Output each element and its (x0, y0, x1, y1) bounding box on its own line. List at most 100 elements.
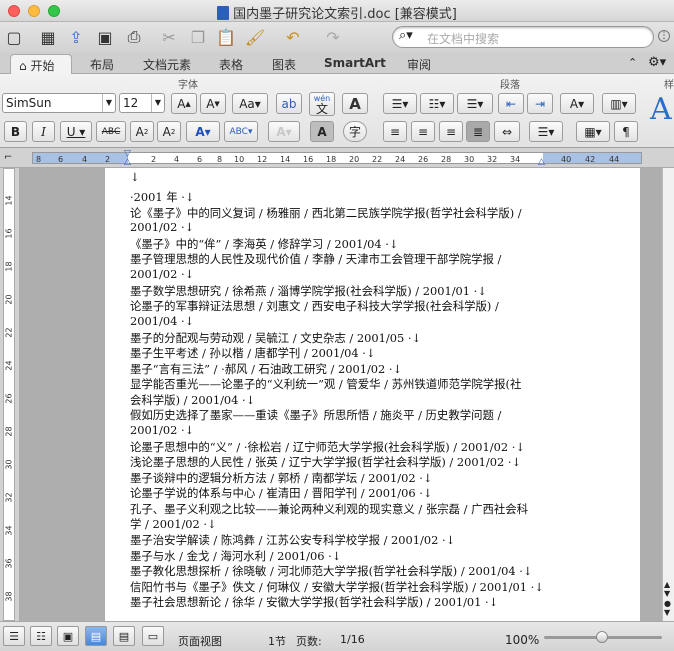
text-line[interactable]: ·2001 年 ·↓ (130, 189, 194, 205)
borders-button[interactable]: ▦▾ (576, 121, 610, 142)
bullets-button[interactable]: ☰▾ (383, 93, 417, 114)
undo-icon[interactable]: ↶ (281, 25, 305, 49)
text-effects-button[interactable]: A▾ (268, 121, 300, 142)
bold-button[interactable]: B (4, 121, 27, 142)
paste-icon[interactable]: 📋 (214, 25, 238, 49)
text-line[interactable]: ↓ (130, 170, 140, 184)
copy-icon[interactable]: ❐ (186, 25, 210, 49)
text-line[interactable]: 墨子治安学解读 / 陈鸿彝 / 江苏公安专科学校学报 / 2001/02 ·↓ (130, 532, 455, 548)
text-line[interactable]: 显学能否重光——论墨子的“义利统一”观 / 管爱华 / 苏州铁道师范学院学报(社 (130, 376, 521, 392)
tab-stop-icon[interactable]: ⌐ (4, 152, 12, 163)
underline-button[interactable]: U ▾ (60, 121, 92, 142)
redo-icon[interactable]: ↷ (321, 25, 345, 49)
tab-tables[interactable]: 表格 (219, 54, 243, 74)
templates-icon[interactable]: ▦ (36, 25, 60, 49)
text-line[interactable]: 假如历史选择了墨家——重读《墨子》所思所悟 / 施炎平 / 历史教学问题 / (130, 407, 501, 423)
print-layout-view-button[interactable]: ▤ (85, 626, 107, 646)
tab-charts[interactable]: 图表 (272, 54, 296, 74)
font-name-select[interactable]: SimSun ▼ (2, 93, 116, 113)
text-line[interactable]: 墨子与水 / 金戈 / 海河水利 / 2001/06 ·↓ (130, 548, 341, 564)
show-formatting-button[interactable]: ¶ (614, 121, 638, 142)
strikethrough-button[interactable]: ABC (96, 121, 126, 142)
text-line[interactable]: 《墨子》中的“侔” / 李海英 / 修辞学习 / 2001/04 ·↓ (130, 236, 398, 252)
text-line[interactable]: 论墨子思想中的“义” / ·徐松岩 / 辽宁师范大学学报(社会科学版) / 20… (130, 439, 525, 455)
align-right-button[interactable]: ≡ (439, 121, 463, 142)
outline-view-button[interactable]: ☷ (30, 626, 52, 646)
text-line[interactable]: 学 / 2001/02 ·↓ (130, 516, 217, 532)
new-document-icon[interactable]: ▢ (2, 25, 26, 49)
align-center-button[interactable]: ≡ (411, 121, 435, 142)
browse-object-icon[interactable]: ● ▼ (664, 599, 671, 617)
right-indent-marker[interactable]: △ (538, 157, 545, 167)
vertical-scrollbar[interactable]: ▲ ▼ ● ▼ (662, 168, 674, 621)
search-field[interactable]: ⌕▾ 在文档中搜索 (392, 26, 654, 48)
publishing-view-button[interactable]: ▣ (57, 626, 79, 646)
superscript-button[interactable]: A2 (130, 121, 154, 142)
open-icon[interactable]: ⇪ (64, 25, 88, 49)
decrease-indent-button[interactable]: ⇤ (498, 93, 524, 114)
text-line[interactable]: 孔子、墨子义利观之比较——兼论两种义利观的现实意义 / 张宗磊 / 广西社会科 (130, 501, 528, 517)
character-shading-button[interactable]: A (310, 121, 334, 142)
text-line[interactable]: 墨子社会思想新论 / 徐华 / 安徽大学学报(哲学社会科学版) / 2001/0… (130, 594, 498, 610)
text-line[interactable]: 墨子的分配观与劳动观 / 吴毓江 / 文史杂志 / 2001/05 ·↓ (130, 330, 421, 346)
indent-marker[interactable]: ▽ △ (124, 150, 131, 167)
justify-button[interactable]: ≣ (466, 121, 490, 142)
align-left-button[interactable]: ≡ (383, 121, 407, 142)
tab-smartart[interactable]: SmartArt (324, 54, 386, 74)
styles-gallery-icon[interactable]: A (650, 92, 672, 127)
font-size-select[interactable]: 12 ▼ (119, 93, 165, 113)
text-line[interactable]: 浅论墨子思想的人民性 / 张英 / 辽宁大学学报(哲学社会科学版) / 2001… (130, 454, 521, 470)
cut-icon[interactable]: ✂ (157, 25, 181, 49)
text-line[interactable]: 论《墨子》中的同义复词 / 杨雅丽 / 西北第二民族学院学报(哲学社会科学版) … (130, 205, 522, 221)
text-line[interactable]: 墨子生平考述 / 孙以楷 / 唐都学刊 / 2001/04 ·↓ (130, 345, 375, 361)
italic-button[interactable]: I (32, 121, 55, 142)
shrink-font-button[interactable]: A ▼ (200, 93, 226, 114)
increase-indent-button[interactable]: ⇥ (527, 93, 553, 114)
horizontal-ruler[interactable]: ⌐ 8 6 4 2 2 4 6 8 10 12 14 16 18 20 22 2… (0, 148, 674, 168)
multilevel-list-button[interactable]: ☰▾ (457, 93, 493, 114)
text-line[interactable]: 2001/02 ·↓ (130, 267, 194, 281)
text-line[interactable]: 2001/02 ·↓ (130, 220, 194, 234)
change-case-button[interactable]: Aa▾ (232, 93, 268, 114)
draft-view-button[interactable]: ☰ (3, 626, 25, 646)
document-canvas[interactable]: ↓ ·2001 年 ·↓ 论《墨子》中的同义复词 / 杨雅丽 / 西北第二民族学… (20, 168, 662, 621)
character-border-button[interactable]: A (342, 93, 368, 114)
document-page[interactable]: ↓ ·2001 年 ·↓ 论《墨子》中的同义复词 / 杨雅丽 / 西北第二民族学… (105, 168, 640, 621)
grow-font-button[interactable]: A ▲ (171, 93, 197, 114)
columns-button[interactable]: ▥▾ (602, 93, 636, 114)
text-line[interactable]: 墨子教化思想探析 / 徐晓敏 / 河北师范大学学报(哲学社会科学版) / 200… (130, 563, 532, 579)
gear-icon[interactable]: ⚙▾ (648, 55, 666, 70)
text-line[interactable]: 墨子“言有三法” / ·郝风 / 石油政工研究 / 2001/02 ·↓ (130, 361, 402, 377)
highlight-color-button[interactable]: ABC▾ (224, 121, 258, 142)
text-line[interactable]: 墨子谈辩中的逻辑分析方法 / 郭桥 / 南都学坛 / 2001/02 ·↓ (130, 470, 432, 486)
collapse-ribbon-icon[interactable]: ⌃ (628, 56, 637, 69)
notebook-view-button[interactable]: ▤ (113, 626, 135, 646)
clear-format-button[interactable]: ab (276, 93, 302, 114)
focus-view-button[interactable]: ▭ (142, 626, 164, 646)
text-line[interactable]: 2001/04 ·↓ (130, 314, 194, 328)
text-line[interactable]: 2001/02 ·↓ (130, 423, 194, 437)
text-line[interactable]: 会科学版) / 2001/04 ·↓ (130, 392, 255, 408)
tab-document-elements[interactable]: 文档元素 (143, 54, 191, 74)
line-spacing-button[interactable]: ☰▾ (529, 121, 563, 142)
format-painter-icon[interactable]: 🖌 (243, 25, 267, 49)
tab-home[interactable]: ⌂ 开始 (10, 54, 72, 74)
save-icon[interactable]: ▣ (93, 25, 117, 49)
toolbar-toggle-button[interactable]: ⋮ (658, 30, 670, 42)
print-icon[interactable]: ⎙ (122, 25, 146, 49)
tab-layout[interactable]: 布局 (90, 54, 114, 74)
text-line[interactable]: 论墨子的军事辩证法思想 / 刘惠文 / 西安电子科技大学学报(社会科学版) / (130, 298, 499, 314)
text-line[interactable]: 论墨子学说的体系与中心 / 崔清田 / 晋阳学刊 / 2001/06 ·↓ (130, 485, 432, 501)
text-line[interactable]: 墨子数学思想研究 / 徐希燕 / 淄博学院学报(社会科学版) / 2001/01… (130, 283, 487, 299)
tab-review[interactable]: 审阅 (407, 54, 431, 74)
text-line[interactable]: 墨子管理思想的人民性及现代价值 / 李静 / 天津市工会管理干部学院学报 / (130, 251, 501, 267)
distributed-button[interactable]: ⇔ (494, 121, 520, 142)
subscript-button[interactable]: A2 (157, 121, 181, 142)
zoom-slider[interactable] (544, 631, 662, 643)
text-direction-button[interactable]: A▾ (560, 93, 594, 114)
text-line[interactable]: 信阳竹书与《墨子》佚文 / 何琳仪 / 安徽大学学报(哲学社会科学版) / 20… (130, 579, 544, 595)
zoom-slider-knob[interactable] (596, 631, 608, 643)
enclose-characters-button[interactable]: 字 (343, 121, 367, 142)
phonetic-guide-button[interactable]: wén 文 (309, 92, 335, 116)
numbering-button[interactable]: ☷▾ (420, 93, 454, 114)
